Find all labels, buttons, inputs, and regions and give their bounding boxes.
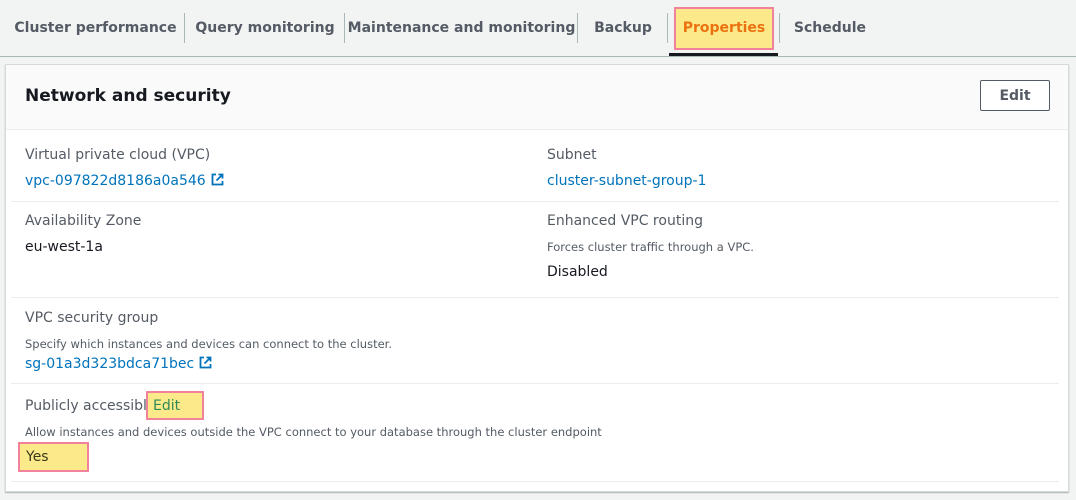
divider: [11, 383, 1059, 384]
vpc-link-text: vpc-097822d8186a0a546: [25, 173, 206, 189]
availability-zone-value: eu-west-1a: [25, 239, 103, 255]
tab-separator: [779, 13, 780, 43]
subnet-link[interactable]: cluster-subnet-group-1: [547, 173, 706, 189]
network-and-security-panel: Network and security Edit Virtual privat…: [5, 64, 1069, 492]
subnet-label: Subnet: [547, 147, 597, 163]
panel-header: Network and security Edit: [6, 65, 1068, 130]
tab-separator: [344, 13, 345, 43]
security-group-link[interactable]: sg-01a3d323bdca71bec: [25, 356, 212, 373]
active-tab-indicator: [669, 53, 778, 56]
vpc-security-group-label: VPC security group: [25, 310, 159, 326]
divider: [11, 297, 1059, 298]
publicly-accessible-value: Yes: [26, 449, 49, 465]
vpc-link[interactable]: vpc-097822d8186a0a546: [25, 173, 224, 190]
tab-cluster-performance[interactable]: Cluster performance: [14, 0, 177, 55]
availability-zone-label: Availability Zone: [25, 213, 142, 229]
tab-backup[interactable]: Backup: [583, 0, 663, 55]
tab-query-monitoring[interactable]: Query monitoring: [190, 0, 340, 55]
tab-properties[interactable]: Properties: [674, 0, 774, 55]
vpc-label: Virtual private cloud (VPC): [25, 147, 211, 163]
edit-button[interactable]: Edit: [980, 80, 1050, 111]
publicly-accessible-description: Allow instances and devices outside the …: [25, 425, 602, 439]
tab-bar: Cluster performance Query monitoring Mai…: [0, 0, 1076, 57]
tab-maintenance-and-monitoring[interactable]: Maintenance and monitoring: [348, 0, 576, 55]
publicly-accessible-edit-link[interactable]: Edit: [153, 398, 180, 414]
external-link-icon: [211, 173, 224, 190]
enhanced-vpc-routing-description: Forces cluster traffic through a VPC.: [547, 240, 754, 254]
external-link-icon: [199, 356, 212, 373]
tab-separator: [667, 13, 668, 43]
publicly-accessible-label: Publicly accessible: [25, 398, 156, 414]
vpc-security-group-description: Specify which instances and devices can …: [25, 337, 392, 351]
enhanced-vpc-routing-label: Enhanced VPC routing: [547, 213, 703, 229]
divider: [11, 201, 1059, 202]
divider: [11, 481, 1059, 482]
security-group-link-text: sg-01a3d323bdca71bec: [25, 356, 195, 372]
panel-title: Network and security: [25, 86, 231, 106]
tab-schedule[interactable]: Schedule: [786, 0, 874, 55]
enhanced-vpc-routing-value: Disabled: [547, 264, 608, 280]
tab-separator: [577, 13, 578, 43]
tab-separator: [184, 13, 185, 43]
